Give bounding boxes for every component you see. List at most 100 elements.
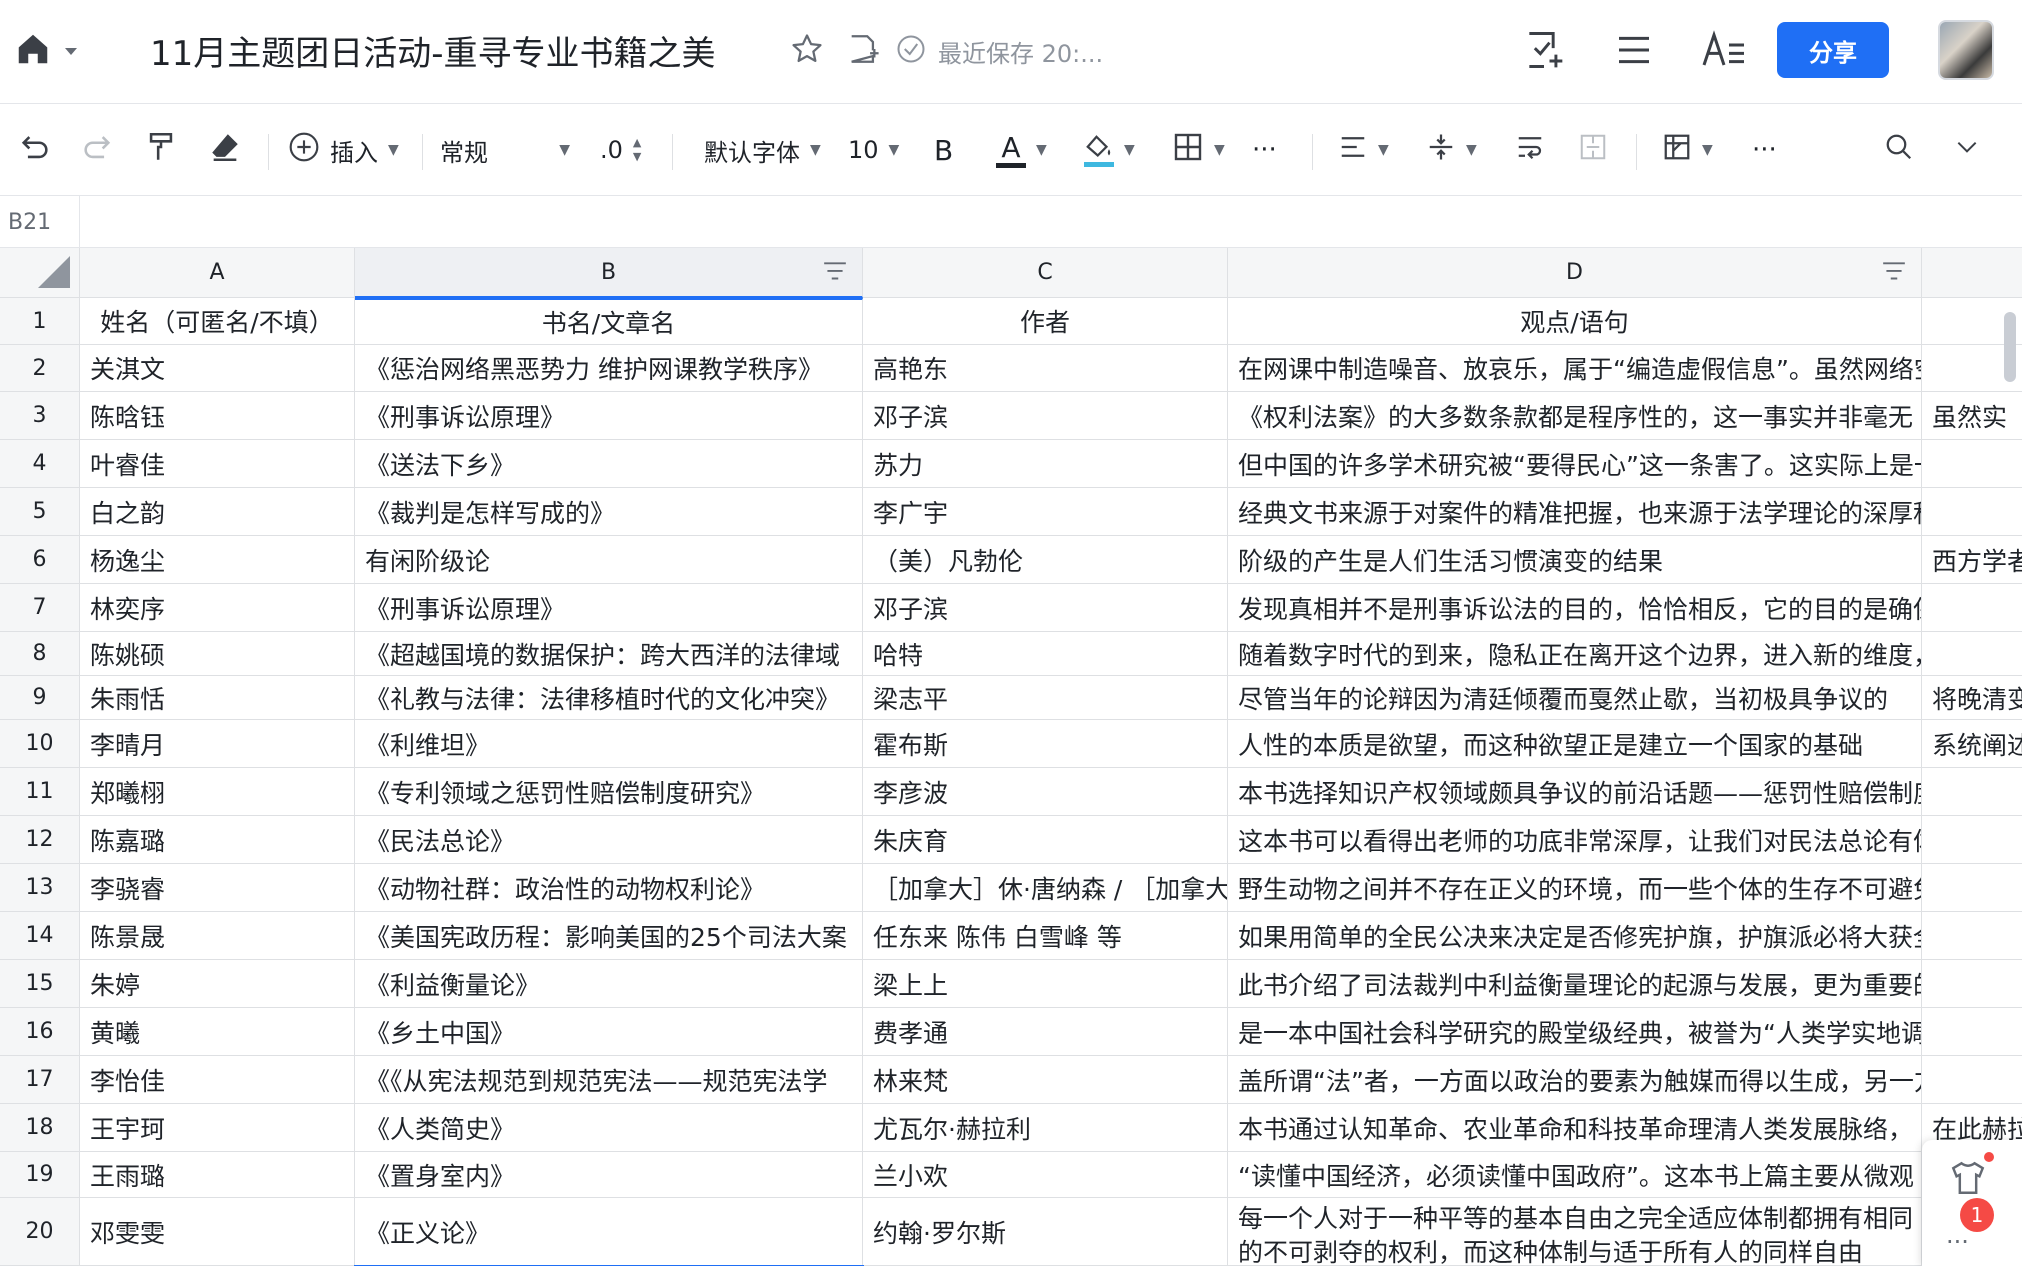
table-cell[interactable]: 《礼教与法律：法律移植时代的文化冲突》 [355,676,863,720]
menu-button[interactable] [1614,30,1654,74]
more-icon[interactable]: ··· [1946,1228,1969,1256]
table-cell[interactable]: 这本书可以看得出老师的功底非常深厚，让我们对民法总论有体系化的 [1228,816,1922,864]
wrap-text-button[interactable] [1514,104,1546,196]
font-settings-button[interactable] [1700,30,1748,74]
border-button[interactable]: ▼ [1172,104,1225,196]
table-cell[interactable]: 邓子滨 [863,392,1228,440]
filter-icon[interactable] [822,260,848,290]
table-cell[interactable]: 发现真相并不是刑事诉讼法的目的，恰恰相反，它的目的是确保在遵循 [1228,584,1922,632]
chevron-down-icon[interactable] [64,42,78,61]
table-cell[interactable]: 西方学者 [1922,536,2022,584]
home-button[interactable] [14,30,78,72]
format-painter-button[interactable] [144,104,178,196]
row-header[interactable]: 7 [0,584,80,632]
vertical-scrollbar[interactable] [2004,312,2016,382]
table-cell[interactable] [1922,768,2022,816]
undo-button[interactable] [18,104,52,196]
task-button[interactable] [1522,28,1566,76]
table-cell[interactable]: 《利维坦》 [355,720,863,768]
header-cell[interactable]: 观点/语句 [1228,298,1922,345]
table-cell[interactable]: 《置身室内》 [355,1152,863,1198]
table-cell[interactable]: 王宇珂 [80,1104,355,1152]
table-cell[interactable] [1922,816,2022,864]
table-cell[interactable]: 本书选择知识产权领域颇具争议的前沿话题——惩罚性赔偿制度，重点 [1228,768,1922,816]
table-cell[interactable]: 每一个人对于一种平等的基本自由之完全适应体制都拥有相同的不可剥夺的权利，而这种体… [1228,1198,1922,1266]
table-cell[interactable]: 李骁睿 [80,864,355,912]
row-header[interactable]: 14 [0,912,80,960]
row-header[interactable]: 13 [0,864,80,912]
table-cell[interactable] [1922,440,2022,488]
table-cell[interactable]: 但中国的许多学术研究被“要得民心”这一条害了。这实际上是一种“政 [1228,440,1922,488]
row-header[interactable]: 8 [0,632,80,676]
table-cell[interactable]: 如果用简单的全民公决来决定是否修宪护旗，护旗派必将大获全胜。但 [1228,912,1922,960]
table-cell[interactable]: 高艳东 [863,345,1228,392]
decimal-stepper[interactable]: .0 ▲ ▼ [600,104,641,196]
notification-badge[interactable]: 1 [1960,1198,1994,1232]
table-cell[interactable]: 人性的本质是欲望，而这种欲望正是建立一个国家的基础 [1228,720,1922,768]
vertical-align-button[interactable]: ▼ [1426,104,1477,196]
font-size-dropdown[interactable]: 10 ▼ [848,104,899,196]
table-cell[interactable]: 陈晗钰 [80,392,355,440]
table-cell[interactable]: 有闲阶级论 [355,536,863,584]
insert-dropdown[interactable]: 插入 ▼ [288,104,399,196]
table-cell[interactable]: “读懂中国经济，必须读懂中国政府”。这本书上篇主要从微观 [1228,1152,1922,1198]
table-cell[interactable]: 《超越国境的数据保护：跨大西洋的法律域 [355,632,863,676]
table-cell[interactable]: （美）凡勃伦 [863,536,1228,584]
table-cell[interactable]: 叶睿佳 [80,440,355,488]
table-cell[interactable]: ［加拿大］休·唐纳森 / ［加拿大］ [863,864,1228,912]
row-header[interactable]: 15 [0,960,80,1008]
collapse-toolbar-button[interactable] [1954,104,1980,196]
table-cell[interactable] [1922,1056,2022,1104]
row-header[interactable]: 5 [0,488,80,536]
favorite-button[interactable] [790,32,824,70]
table-cell[interactable]: 杨逸尘 [80,536,355,584]
table-cell[interactable]: 《人类简史》 [355,1104,863,1152]
row-header[interactable]: 3 [0,392,80,440]
table-cell[interactable] [1922,632,2022,676]
table-cell[interactable]: 此书介绍了司法裁判中利益衡量理论的起源与发展，更为重要的是该书 [1228,960,1922,1008]
spreadsheet-grid[interactable]: A B C D 1 姓名（可匿名/不填） 书名/文章名 作者 观点/语句 2 关淇文 《惩治网络黑恶势… [0,248,2022,1266]
table-cell[interactable]: 《民法总论》 [355,816,863,864]
table-cell[interactable]: 尽管当年的论辩因为清廷倾覆而戛然止歇，当初极具争议的 [1228,676,1922,720]
table-cell[interactable] [1922,1008,2022,1056]
cell-reference[interactable]: B21 [0,196,80,248]
row-header[interactable]: 9 [0,676,80,720]
row-header[interactable]: 4 [0,440,80,488]
table-cell[interactable]: 梁志平 [863,676,1228,720]
row-header[interactable]: 2 [0,345,80,392]
document-title[interactable]: 11月主题团日活动-重寻专业书籍之美 [150,26,716,75]
table-cell[interactable]: 朱庆育 [863,816,1228,864]
table-cell[interactable]: 苏力 [863,440,1228,488]
row-header[interactable]: 6 [0,536,80,584]
table-cell[interactable]: 《《从宪法规范到规范宪法——规范宪法学 [355,1056,863,1104]
table-cell[interactable]: 约翰·罗尔斯 [863,1198,1228,1266]
font-family-dropdown[interactable]: 默认字体 ▼ [704,104,821,196]
more-tools-button[interactable]: ··· [1752,104,1777,196]
header-cell[interactable]: 作者 [863,298,1228,345]
column-header-b[interactable]: B [355,248,863,298]
table-cell[interactable]: 林奕序 [80,584,355,632]
column-header-extra[interactable] [1922,248,2022,298]
row-header[interactable]: 16 [0,1008,80,1056]
table-cell[interactable]: 李彦波 [863,768,1228,816]
filter-icon[interactable] [1881,260,1907,290]
table-cell[interactable] [1922,960,2022,1008]
row-header[interactable]: 20 [0,1198,80,1266]
table-cell[interactable]: 黄曦 [80,1008,355,1056]
table-cell[interactable]: 霍布斯 [863,720,1228,768]
table-cell[interactable] [1922,488,2022,536]
table-cell[interactable]: 《权利法案》的大多数条款都是程序性的，这一事实并非毫无 [1228,392,1922,440]
table-cell[interactable]: 梁上上 [863,960,1228,1008]
table-cell[interactable]: 李怡佳 [80,1056,355,1104]
table-cell[interactable]: 《专利领域之惩罚性赔偿制度研究》 [355,768,863,816]
column-header-d[interactable]: D [1228,248,1922,298]
row-header[interactable]: 18 [0,1104,80,1152]
table-cell[interactable] [1922,584,2022,632]
table-cell[interactable]: 兰小欢 [863,1152,1228,1198]
table-cell[interactable]: 李晴月 [80,720,355,768]
table-cell[interactable]: 《刑事诉讼原理》 [355,392,863,440]
share-button[interactable]: 分享 [1777,22,1889,78]
select-all-corner[interactable] [0,248,80,298]
table-cell[interactable]: 李广宇 [863,488,1228,536]
row-header[interactable]: 12 [0,816,80,864]
